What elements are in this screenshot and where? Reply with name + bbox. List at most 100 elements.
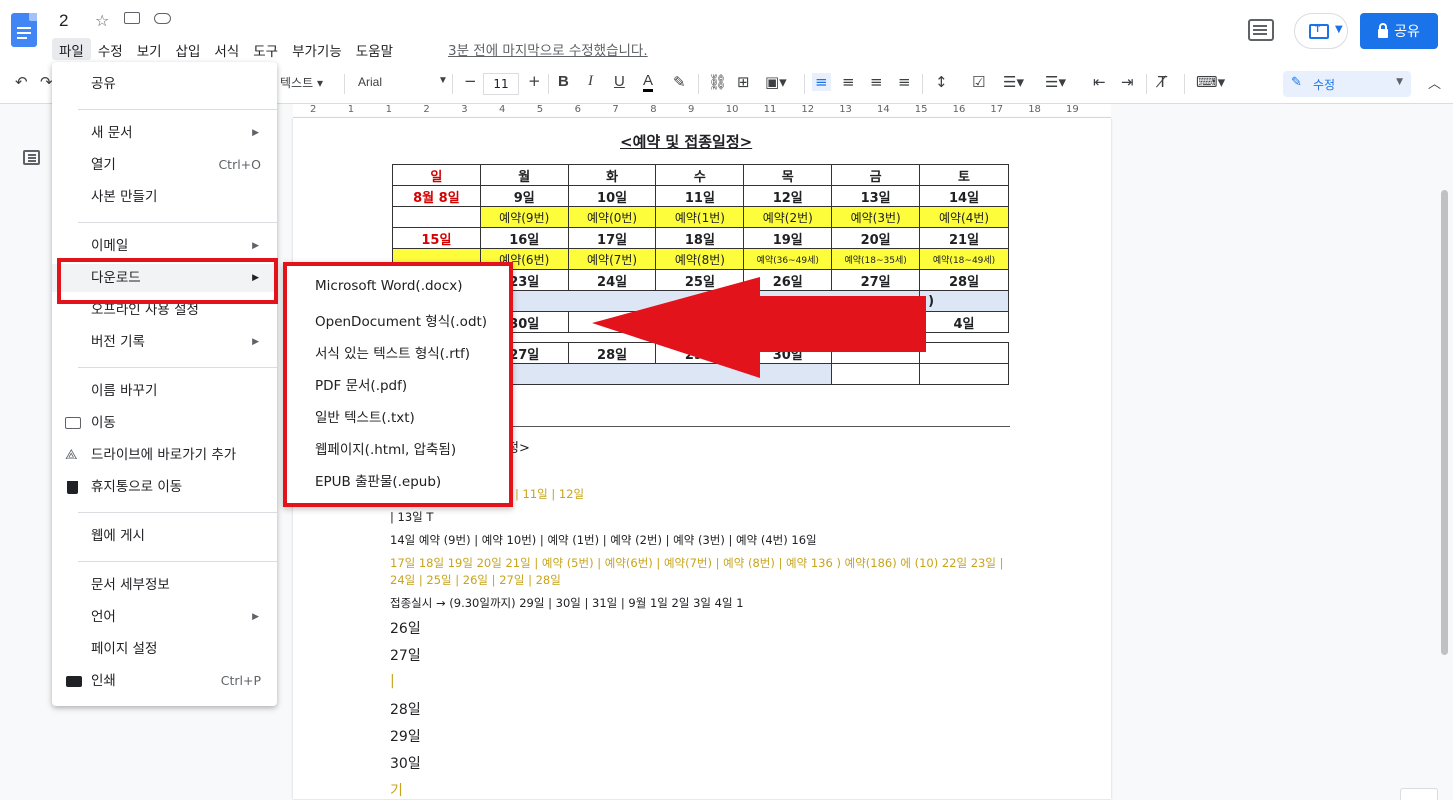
docs-logo-icon[interactable] <box>11 13 37 47</box>
menu-item-new[interactable]: 새 문서 ▶ <box>52 119 277 147</box>
doc-text: 28일 <box>390 702 421 718</box>
redo-icon[interactable]: ↷ <box>40 73 53 91</box>
align-left-icon[interactable]: ≡ <box>812 73 831 91</box>
menu-item-language[interactable]: 언어 ▶ <box>52 603 277 631</box>
ruler-tick-label: 12 <box>801 104 815 115</box>
menu-view[interactable]: 보기 <box>130 38 169 60</box>
menu-file[interactable]: 파일 <box>52 38 91 60</box>
link-icon[interactable]: ⛓ <box>708 73 727 91</box>
ruler-tick-label: 1 <box>385 104 392 115</box>
add-comment-icon[interactable]: ⊞ <box>737 73 750 91</box>
align-center-icon[interactable]: ≡ <box>842 73 855 91</box>
doc-text: 27일 <box>390 648 421 664</box>
table-cell: 12일 <box>743 185 833 207</box>
table-cell: 예약(9번) <box>479 206 569 228</box>
menu-item-share[interactable]: 공유 <box>52 70 277 98</box>
menu-item-page-setup[interactable]: 페이지 설정 <box>52 635 277 663</box>
menu-item-email[interactable]: 이메일 ▶ <box>52 232 277 260</box>
menu-tools[interactable]: 도구 <box>246 38 285 60</box>
line-spacing-icon[interactable]: ↕ <box>935 73 948 91</box>
checklist-icon[interactable]: ☑ <box>972 73 985 91</box>
cloud-status-icon[interactable] <box>154 13 171 24</box>
vertical-scrollbar[interactable] <box>1441 190 1448 655</box>
menu-item-label: 페이지 설정 <box>91 641 158 657</box>
move-folder-icon[interactable] <box>124 12 140 24</box>
numbered-list-icon[interactable]: ☰▾ <box>1045 73 1066 91</box>
table-cell: 금 <box>831 164 921 186</box>
chevron-right-icon: ▶ <box>252 337 259 347</box>
increase-font-size-icon[interactable]: + <box>528 72 541 90</box>
ruler-tick-label: 10 <box>725 104 739 115</box>
menu-help[interactable]: 도움말 <box>349 38 400 60</box>
menu-item-print[interactable]: 인쇄 Ctrl+P <box>52 667 277 695</box>
collapse-menu-icon[interactable]: ︿ <box>1428 73 1441 92</box>
table-cell: 토 <box>919 164 1009 186</box>
text-color-icon[interactable]: A <box>643 73 654 92</box>
clear-formatting-icon[interactable]: T̸ <box>1158 73 1167 91</box>
menu-item-details[interactable]: 문서 세부정보 <box>52 571 277 599</box>
table-cell: 9일 <box>479 185 569 207</box>
underline-icon[interactable]: U <box>614 73 625 90</box>
menu-item-publish[interactable]: 웹에 게시 <box>52 522 277 550</box>
menu-item-make-copy[interactable]: 사본 만들기 <box>52 183 277 211</box>
decrease-font-size-icon[interactable]: − <box>464 72 477 90</box>
table-cell: 일 <box>392 164 481 186</box>
highlight-icon[interactable]: ✎ <box>673 73 686 91</box>
editing-mode-label: 수정 <box>1313 78 1336 92</box>
doc-text: 24일 | 25일 | 26일 | 27일 | 28일 <box>390 573 561 587</box>
menu-bar: 파일 수정 보기 삽입 서식 도구 부가기능 도움말 <box>52 38 400 60</box>
decrease-indent-icon[interactable]: ⇤ <box>1093 73 1106 91</box>
bulleted-list-icon[interactable]: ☰▾ <box>1003 73 1024 91</box>
download-epub[interactable]: EPUB 출판물(.epub) <box>315 470 441 490</box>
present-button[interactable]: ↑ ▼ <box>1294 13 1348 49</box>
editing-mode-select[interactable]: ✎ 수정 ▼ <box>1283 71 1411 97</box>
menu-item-label: 웹에 게시 <box>91 528 145 544</box>
menu-item-trash[interactable]: 휴지통으로 이동 <box>52 473 277 501</box>
ruler[interactable]: 2 1 1 2 3 4 5 6 7 8 9 10 11 12 13 14 15 16 17 18 19 <box>293 104 1111 118</box>
menu-item-rename[interactable]: 이름 바꾸기 <box>52 377 277 405</box>
italic-icon[interactable]: I <box>588 73 593 90</box>
document-title[interactable]: 2 <box>59 11 68 31</box>
menu-item-version-history[interactable]: 버전 기록 ▶ <box>52 328 277 356</box>
align-right-icon[interactable]: ≡ <box>870 73 883 91</box>
bold-icon[interactable]: B <box>558 73 569 90</box>
increase-indent-icon[interactable]: ⇥ <box>1121 73 1134 91</box>
explore-button[interactable] <box>1400 788 1438 800</box>
download-rtf[interactable]: 서식 있는 텍스트 형식(.rtf) <box>315 342 470 362</box>
schedule-title: <예약 및 접종일정> <box>620 133 753 151</box>
input-tools-icon[interactable]: ⌨▾ <box>1196 73 1225 91</box>
menu-item-open[interactable]: 열기 Ctrl+O <box>52 151 277 179</box>
menu-item-label: 버전 기록 <box>91 334 145 350</box>
menu-item-label: 새 문서 <box>91 125 133 141</box>
undo-icon[interactable]: ↶ <box>15 73 28 91</box>
ruler-tick-label: 19 <box>1066 104 1079 115</box>
menu-item-move[interactable]: 이동 <box>52 409 277 437</box>
download-pdf[interactable]: PDF 문서(.pdf) <box>315 374 407 394</box>
justify-icon[interactable]: ≡ <box>898 73 911 91</box>
table-cell: 30일 <box>743 342 833 364</box>
download-txt[interactable]: 일반 텍스트(.txt) <box>315 406 415 426</box>
menu-item-add-shortcut[interactable]: ⟁ 드라이브에 바로가기 추가 <box>52 441 277 469</box>
document-outline-icon[interactable] <box>23 150 40 165</box>
insert-image-icon[interactable]: ▣▾ <box>765 73 787 91</box>
table-row: 일 월 화 수 목 금 토 <box>392 164 1009 186</box>
font-select[interactable]: Arial ▼ <box>358 75 448 89</box>
lock-icon <box>1378 22 1389 38</box>
menu-edit[interactable]: 수정 <box>91 38 130 60</box>
download-docx[interactable]: Microsoft Word(.docx) <box>315 278 463 294</box>
menu-addons[interactable]: 부가기능 <box>285 38 349 60</box>
font-size-input[interactable]: 11 <box>483 73 519 95</box>
star-icon[interactable]: ☆ <box>95 11 109 30</box>
last-edit-link[interactable]: 3분 전에 마지막으로 수정했습니다. <box>448 39 648 59</box>
paragraph-style-select[interactable]: 텍스트 ▾ <box>280 74 323 91</box>
menu-format[interactable]: 서식 <box>207 38 246 60</box>
download-odt[interactable]: OpenDocument 형식(.odt) <box>315 310 487 330</box>
share-button[interactable]: 공유 <box>1360 13 1438 49</box>
menu-insert[interactable]: 삽입 <box>169 38 208 60</box>
menu-item-label: 드라이브에 바로가기 추가 <box>91 447 237 463</box>
download-html[interactable]: 웹페이지(.html, 압축됨) <box>315 438 456 458</box>
table-cell <box>919 342 1009 364</box>
comment-history-icon[interactable] <box>1248 19 1274 41</box>
menu-item-label: 언어 <box>91 609 116 625</box>
table-row: 예약(9번) 예약(0번) 예약(1번) 예약(2번) 예약(3번) 예약(4번… <box>392 206 1009 228</box>
